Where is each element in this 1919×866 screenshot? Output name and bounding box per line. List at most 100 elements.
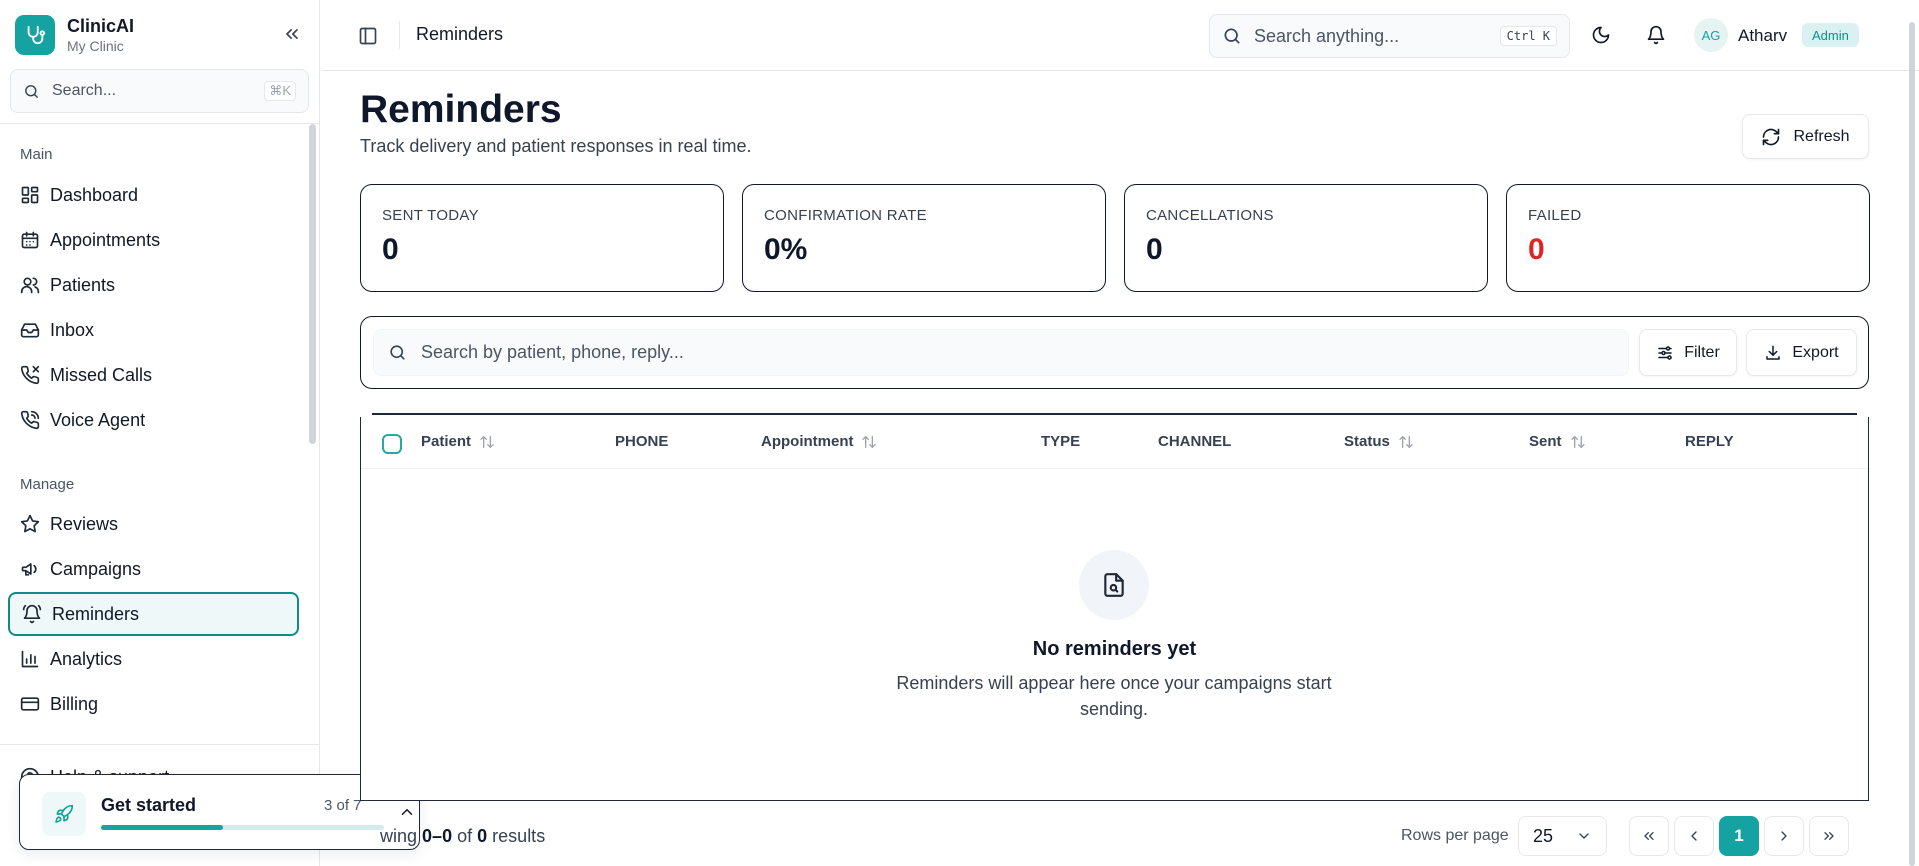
column-header-channel: CHANNEL <box>1158 433 1231 450</box>
sidebar-search-shortcut: ⌘K <box>264 81 296 101</box>
column-header-sent[interactable]: Sent <box>1529 433 1586 450</box>
export-button[interactable]: Export <box>1746 329 1857 376</box>
sidebar-item-analytics[interactable]: Analytics <box>8 637 299 681</box>
topbar: Reminders Search anything... Ctrl K AG A… <box>321 0 1919 71</box>
sidebar-item-inbox[interactable]: Inbox <box>8 308 299 352</box>
collapse-sidebar-icon[interactable] <box>282 24 302 44</box>
user-name[interactable]: Atharv <box>1738 26 1787 46</box>
search-icon <box>23 83 40 100</box>
sidebar-item-label: Analytics <box>50 648 123 669</box>
sliders-icon <box>1656 344 1674 362</box>
last-page-button[interactable] <box>1809 816 1849 856</box>
first-page-button[interactable] <box>1629 816 1669 856</box>
sidebar-item-label: Voice Agent <box>50 409 146 430</box>
divider <box>0 744 320 745</box>
inbox-icon <box>20 320 40 340</box>
chevron-right-icon <box>1781 831 1787 841</box>
chevron-left-icon <box>1691 831 1697 841</box>
stat-label: SENT TODAY <box>382 207 479 224</box>
sidebar-item-campaigns[interactable]: Campaigns <box>8 547 299 591</box>
stat-value: 0 <box>1146 233 1163 266</box>
sidebar-search-placeholder: Search... <box>52 82 117 99</box>
credit-card-icon <box>20 694 40 714</box>
results-total: 0 <box>477 826 488 846</box>
stat-label: FAILED <box>1528 207 1582 224</box>
reminders-table: Patient PHONE Appointment TYPE CHANNEL S… <box>360 417 1869 801</box>
sidebar-item-reviews[interactable]: Reviews <box>8 502 299 546</box>
column-header-phone: PHONE <box>615 433 668 450</box>
select-all-checkbox[interactable] <box>382 434 402 454</box>
get-started-progress-fill <box>101 825 223 830</box>
results-range: 0–0 <box>422 826 453 846</box>
bell-icon[interactable] <box>1646 25 1666 45</box>
sidebar-item-billing[interactable]: Billing <box>8 682 299 726</box>
sidebar-scrollbar[interactable] <box>309 124 316 444</box>
sidebar-item-reminders[interactable]: Reminders <box>8 592 299 636</box>
chevron-up-icon[interactable] <box>398 803 416 821</box>
sort-icon <box>1570 434 1586 450</box>
sidebar-item-voice-agent[interactable]: Voice Agent <box>8 398 299 442</box>
topbar-title: Reminders <box>416 24 504 44</box>
table-top-border <box>372 413 1857 415</box>
page-title: Reminders <box>360 88 562 131</box>
brand-subtitle: My Clinic <box>67 38 124 54</box>
next-page-button[interactable] <box>1764 816 1804 856</box>
column-header-label: CHANNEL <box>1158 433 1232 450</box>
stethoscope-icon <box>15 15 55 55</box>
search-icon <box>388 343 407 362</box>
column-header-label: PHONE <box>615 433 669 450</box>
sidebar-item-appointments[interactable]: Appointments <box>8 218 299 262</box>
bar-chart-icon <box>20 649 40 669</box>
results-suffix: results <box>492 826 546 846</box>
rows-per-page-select[interactable]: 25 <box>1518 816 1607 856</box>
rows-per-page-label: Rows per page <box>1401 827 1509 844</box>
stat-value: 0% <box>764 233 808 266</box>
sidebar-item-label: Billing <box>50 693 99 714</box>
table-search-input[interactable]: Search by patient, phone, reply... <box>373 329 1629 376</box>
get-started-progress-bar <box>101 825 384 830</box>
column-header-label: Appointment <box>761 433 854 450</box>
file-search-icon <box>1079 550 1149 620</box>
dashboard-icon <box>20 185 40 205</box>
stat-label: CONFIRMATION RATE <box>764 207 927 224</box>
divider <box>399 21 400 49</box>
avatar[interactable]: AG <box>1694 18 1728 52</box>
sidebar-item-patients[interactable]: Patients <box>8 263 299 307</box>
stat-label: CANCELLATIONS <box>1146 207 1274 224</box>
column-header-status[interactable]: Status <box>1344 433 1414 450</box>
stat-card-failed: FAILED 0 <box>1506 184 1870 292</box>
sidebar: ClinicAI My Clinic Search... ⌘K Main Das… <box>0 0 320 866</box>
table-toolbar: Search by patient, phone, reply... Filte… <box>360 316 1869 389</box>
stat-card-sent-today: SENT TODAY 0 <box>360 184 724 292</box>
moon-icon[interactable] <box>1591 25 1611 45</box>
global-search[interactable]: Search anything... Ctrl K <box>1209 14 1570 58</box>
column-header-appointment[interactable]: Appointment <box>761 433 877 450</box>
brand[interactable]: ClinicAI My Clinic <box>15 15 134 55</box>
column-header-label: TYPE <box>1041 433 1081 450</box>
sort-icon <box>479 434 495 450</box>
search-icon <box>1222 26 1242 46</box>
empty-state-text: Reminders will appear here once your cam… <box>896 673 1332 719</box>
page-scrollbar[interactable] <box>1909 22 1915 866</box>
sidebar-item-missed-calls[interactable]: Missed Calls <box>8 353 299 397</box>
column-header-label: Patient <box>421 433 472 450</box>
phone-missed-icon <box>20 365 40 385</box>
panel-toggle-icon[interactable] <box>358 26 378 46</box>
sidebar-item-label: Campaigns <box>50 558 142 579</box>
table-header-row: Patient PHONE Appointment TYPE CHANNEL S… <box>361 417 1868 469</box>
sidebar-item-label: Dashboard <box>50 184 139 205</box>
get-started-title: Get started <box>101 795 197 815</box>
results-of: of <box>457 826 473 846</box>
rows-per-page-value: 25 <box>1533 825 1554 846</box>
sidebar-item-dashboard[interactable]: Dashboard <box>8 173 299 217</box>
refresh-button[interactable]: Refresh <box>1742 114 1869 159</box>
brand-name: ClinicAI <box>67 16 135 36</box>
page-button-current[interactable]: 1 <box>1719 816 1759 856</box>
filter-button[interactable]: Filter <box>1639 329 1737 376</box>
filter-button-label: Filter <box>1684 343 1720 361</box>
previous-page-button[interactable] <box>1674 816 1714 856</box>
column-header-patient[interactable]: Patient <box>421 433 495 450</box>
refresh-button-label: Refresh <box>1793 127 1850 145</box>
sidebar-search[interactable]: Search... ⌘K <box>10 69 309 113</box>
table-search-placeholder: Search by patient, phone, reply... <box>421 342 684 362</box>
